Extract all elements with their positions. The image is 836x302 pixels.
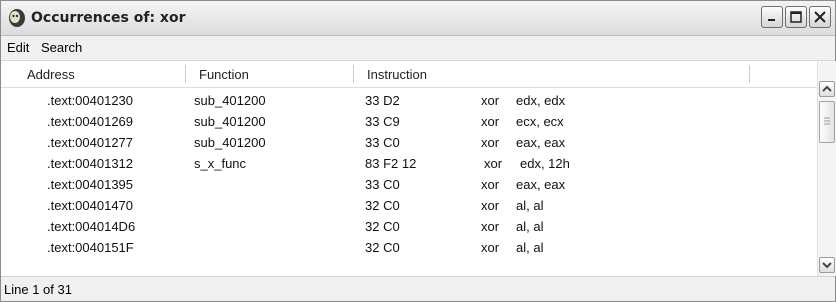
table-row[interactable]: .text:00401277 sub_401200 33 C0 xor eax,… (1, 133, 817, 154)
occurrences-list: Address Function Instruction .text:00401… (1, 61, 836, 277)
app-icon (7, 8, 27, 28)
column-divider[interactable] (185, 65, 186, 83)
chevron-down-icon (822, 262, 832, 269)
cell-mnemonic: xor (481, 240, 500, 255)
table-row[interactable]: .text:0040151F 32 C0 xor al, al (1, 238, 817, 259)
window-title: Occurrences of: xor (31, 10, 186, 26)
close-icon (814, 11, 826, 23)
scroll-up-button[interactable] (819, 81, 835, 97)
table-row[interactable]: .text:00401312 s_x_func 83 F2 12 xor edx… (1, 154, 817, 175)
minimize-icon (768, 19, 775, 21)
cell-function: s_x_func (194, 156, 247, 171)
cell-address: .text:00401269 (47, 114, 134, 129)
maximize-icon (790, 11, 802, 23)
column-divider[interactable] (749, 65, 750, 83)
menu-search[interactable]: Search (41, 40, 82, 55)
cell-bytes: 32 C0 (365, 219, 400, 234)
cell-bytes: 33 C0 (365, 135, 400, 150)
scroll-down-button[interactable] (819, 257, 835, 273)
cell-bytes: 33 C0 (365, 177, 400, 192)
scroll-thumb[interactable] (819, 101, 835, 143)
cell-address: .text:004014D6 (47, 219, 136, 234)
cell-operands: ecx, ecx (516, 114, 564, 129)
column-header-instruction[interactable]: Instruction (367, 67, 427, 82)
column-header-function[interactable]: Function (199, 67, 249, 82)
cell-operands: edx, edx (516, 93, 566, 108)
cell-bytes: 32 C0 (365, 240, 400, 255)
cell-bytes: 33 C9 (365, 114, 400, 129)
chevron-up-icon (822, 85, 832, 92)
table-row[interactable]: .text:00401470 32 C0 xor al, al (1, 196, 817, 217)
vertical-scrollbar[interactable] (817, 61, 836, 276)
cell-address: .text:00401395 (47, 177, 134, 192)
cell-function: sub_401200 (194, 114, 266, 129)
column-header-address[interactable]: Address (27, 67, 75, 82)
cell-mnemonic: xor (481, 198, 500, 213)
list-header: Address Function Instruction (1, 61, 817, 88)
cell-mnemonic: xor (481, 114, 500, 129)
table-row[interactable]: .text:00401269 sub_401200 33 C9 xor ecx,… (1, 112, 817, 133)
cell-mnemonic: xor (484, 156, 503, 171)
maximize-button[interactable] (785, 6, 807, 28)
menu-edit[interactable]: Edit (7, 40, 29, 55)
close-button[interactable] (809, 6, 831, 28)
occurrences-window: Occurrences of: xor Edit Search Address … (0, 0, 836, 302)
cell-bytes: 33 D2 (365, 93, 400, 108)
cell-address: .text:00401312 (47, 156, 134, 171)
cell-address: .text:0040151F (47, 240, 134, 255)
status-line-count: Line 1 of 31 (4, 282, 72, 297)
cell-operands: al, al (516, 219, 544, 234)
cell-function: sub_401200 (194, 93, 266, 108)
column-divider[interactable] (353, 65, 354, 83)
cell-function: sub_401200 (194, 135, 266, 150)
cell-mnemonic: xor (481, 219, 500, 234)
cell-operands: eax, eax (516, 135, 566, 150)
cell-address: .text:00401470 (47, 198, 134, 213)
menu-bar: Edit Search (1, 36, 835, 61)
cell-mnemonic: xor (481, 135, 500, 150)
minimize-button[interactable] (761, 6, 783, 28)
cell-operands: al, al (516, 198, 544, 213)
table-row[interactable]: .text:004014D6 32 C0 xor al, al (1, 217, 817, 238)
table-row[interactable]: .text:00401395 33 C0 xor eax, eax (1, 175, 817, 196)
cell-mnemonic: xor (481, 177, 500, 192)
cell-address: .text:00401230 (47, 93, 134, 108)
cell-address: .text:00401277 (47, 135, 134, 150)
grip-icon (824, 117, 830, 125)
cell-bytes: 83 F2 12 (365, 156, 417, 171)
cell-mnemonic: xor (481, 93, 500, 108)
cell-bytes: 32 C0 (365, 198, 400, 213)
cell-operands: edx, 12h (520, 156, 570, 171)
cell-operands: al, al (516, 240, 544, 255)
status-bar: Line 1 of 31 (1, 278, 835, 301)
table-row[interactable]: .text:00401230 sub_401200 33 D2 xor edx,… (1, 91, 817, 112)
title-bar[interactable]: Occurrences of: xor (1, 1, 835, 36)
cell-operands: eax, eax (516, 177, 566, 192)
